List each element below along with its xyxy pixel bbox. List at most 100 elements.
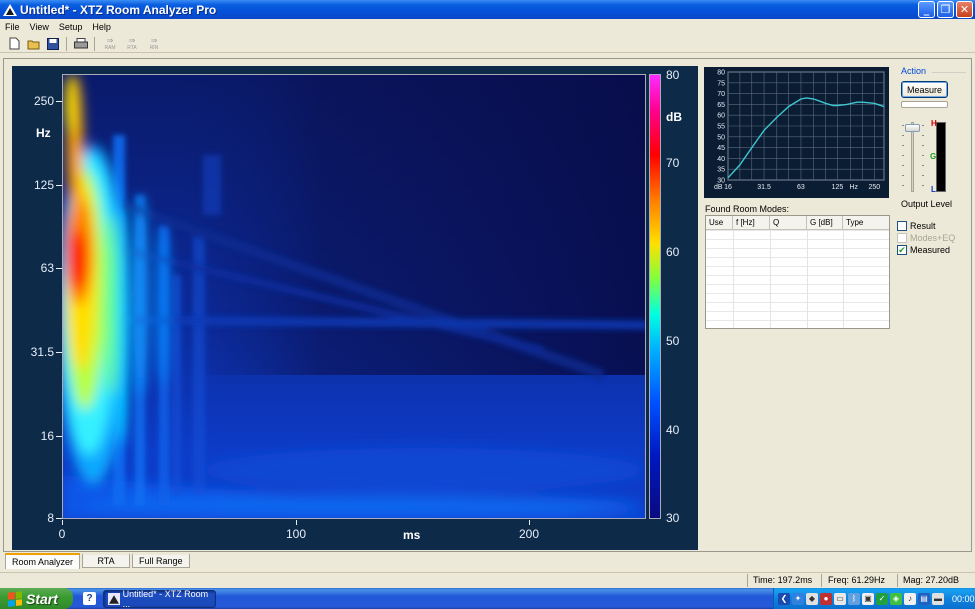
colorbar-tick-label: 60 <box>666 245 680 259</box>
tab-room-analyzer[interactable]: Room Analyzer <box>5 553 81 569</box>
ram-button[interactable]: ⇒ RAM <box>100 36 120 52</box>
colorbar-tick-label: 40 <box>666 423 680 437</box>
back-arrow-icon[interactable]: ❮ <box>778 592 790 605</box>
slider-ticks <box>902 125 904 189</box>
monitor-icon[interactable]: ▣ <box>862 592 874 605</box>
save-icon[interactable] <box>44 36 61 52</box>
grid-line <box>770 230 771 328</box>
update-icon[interactable]: ✓ <box>876 592 888 605</box>
windows-logo-icon <box>8 590 22 607</box>
security-icon[interactable]: ● <box>820 592 832 605</box>
start-button[interactable]: Start <box>0 588 73 609</box>
fr-y-tick-label: 50 <box>717 134 725 141</box>
modes-eq-checkbox-row: Modes+EQ <box>897 233 955 243</box>
help-icon[interactable]: ? <box>83 592 96 605</box>
taskbar: Start ? Untitled* - XTZ Room ... ❮ ✦ ◆ ●… <box>0 588 975 609</box>
start-label: Start <box>26 590 58 607</box>
battery-icon[interactable]: ▬ <box>932 592 944 605</box>
found-room-modes-label: Found Room Modes: <box>705 204 790 214</box>
status-separator <box>747 574 748 587</box>
network-icon[interactable]: ✦ <box>792 592 804 605</box>
rin-label: RIN <box>149 44 159 51</box>
grid-line <box>733 230 734 328</box>
menu-setup[interactable]: Setup <box>54 22 88 32</box>
result-checkbox[interactable] <box>897 221 907 231</box>
output-level-slider[interactable] <box>911 122 914 192</box>
fr-y-tick-label: 60 <box>717 113 725 120</box>
column-gain[interactable]: G [dB] <box>807 216 843 229</box>
spectrogram-svg <box>63 75 645 518</box>
waterfall-plot[interactable]: Hz 250 125 63 31.5 16 8 0 100 200 ms 80 … <box>12 66 698 550</box>
print-icon[interactable] <box>72 36 89 52</box>
menu-file[interactable]: File <box>0 22 25 32</box>
menu-help[interactable]: Help <box>87 22 116 32</box>
action-group-label: Action <box>901 66 927 76</box>
colorbar-tick-label: 70 <box>666 156 680 170</box>
close-button[interactable]: ✕ <box>956 1 973 18</box>
open-icon[interactable] <box>25 36 42 52</box>
meter-mid-label: G <box>930 152 937 161</box>
taskbar-window-label: Untitled* - XTZ Room ... <box>122 589 209 609</box>
arrow-right-icon: ⇒ <box>150 35 158 45</box>
grid-line <box>843 230 844 328</box>
measure-button[interactable]: Measure <box>901 81 948 98</box>
status-bar: Time: 197.2ms Freq: 61.29Hz Mag: 27.20dB <box>0 572 975 588</box>
rta-button[interactable]: ⇒ RTA <box>122 36 142 52</box>
antivirus-icon[interactable]: ◈ <box>890 592 902 605</box>
minimize-button[interactable]: _ <box>918 1 935 18</box>
output-level-meter <box>936 122 946 192</box>
status-freq: Freq: 61.29Hz <box>828 575 886 585</box>
fr-y-tick-label: 45 <box>717 145 725 152</box>
y-axis-unit: Hz <box>36 126 51 140</box>
result-checkbox-label: Result <box>910 221 936 231</box>
fr-y-tick-label: 70 <box>717 91 725 98</box>
fr-y-tick-label: 75 <box>717 80 725 87</box>
fr-x-tick-label: 125 <box>832 184 844 191</box>
colorbar-tick-label: 30 <box>666 511 680 525</box>
taskbar-window-button[interactable]: Untitled* - XTZ Room ... <box>103 589 216 609</box>
toolbar: ⇒ RAM ⇒ RTA ⇒ RIN <box>0 35 975 53</box>
window-title: Untitled* - XTZ Room Analyzer Pro <box>20 2 217 17</box>
rin-button[interactable]: ⇒ RIN <box>144 36 164 52</box>
device-icon[interactable]: ▤ <box>918 592 930 605</box>
restore-button[interactable]: ❐ <box>937 1 954 18</box>
fr-y-tick-label: 55 <box>717 124 725 131</box>
fr-y-unit-label: dB <box>714 184 723 191</box>
result-checkbox-row[interactable]: Result <box>897 221 936 231</box>
measured-checkbox[interactable]: ✔ <box>897 245 907 255</box>
tab-rta[interactable]: RTA <box>82 553 131 568</box>
tab-full-range[interactable]: Full Range <box>132 553 190 568</box>
column-q[interactable]: Q <box>770 216 807 229</box>
toolbar-separator <box>66 36 67 51</box>
output-level-slider-thumb[interactable] <box>905 124 920 132</box>
x-tick-label: 200 <box>518 527 540 541</box>
measured-checkbox-row[interactable]: ✔ Measured <box>897 245 950 255</box>
y-tick-label: 16 <box>40 429 54 443</box>
column-freq[interactable]: f [Hz] <box>733 216 770 229</box>
fr-y-tick-label: 40 <box>717 156 725 163</box>
y-tick <box>56 436 62 437</box>
arrow-right-icon: ⇒ <box>128 35 136 45</box>
column-use[interactable]: Use <box>706 216 733 229</box>
frequency-response-chart[interactable]: 80 75 70 65 60 55 50 45 40 35 30 16 31.5 63 125 250 dB Hz <box>704 67 889 198</box>
spectrogram-image[interactable] <box>62 74 646 519</box>
volume-icon[interactable]: ♪ <box>904 592 916 605</box>
room-modes-table[interactable]: Use f [Hz] Q G [dB] Type <box>705 215 890 329</box>
x-tick <box>296 520 297 525</box>
fr-x-tick-label: 63 <box>797 184 805 191</box>
slider-ticks <box>922 125 924 189</box>
x-axis-unit: ms <box>403 528 421 542</box>
new-icon[interactable] <box>6 36 23 52</box>
status-separator <box>897 574 898 587</box>
measured-checkbox-label: Measured <box>910 245 951 255</box>
toolbar-separator <box>94 36 95 51</box>
column-type[interactable]: Type <box>843 216 889 229</box>
display-icon[interactable]: ▭ <box>834 592 846 605</box>
menu-view[interactable]: View <box>25 22 54 32</box>
rta-label: RTA <box>127 44 137 51</box>
shield-icon[interactable]: ◆ <box>806 592 818 605</box>
frequency-response-svg: 807570656055504540353016 31.5 63 125 250dB Hz <box>714 70 885 191</box>
y-tick-label: 250 <box>33 94 54 108</box>
bluetooth-icon[interactable]: ᛒ <box>848 592 860 605</box>
colorbar-tick-label: 80 <box>666 68 680 82</box>
